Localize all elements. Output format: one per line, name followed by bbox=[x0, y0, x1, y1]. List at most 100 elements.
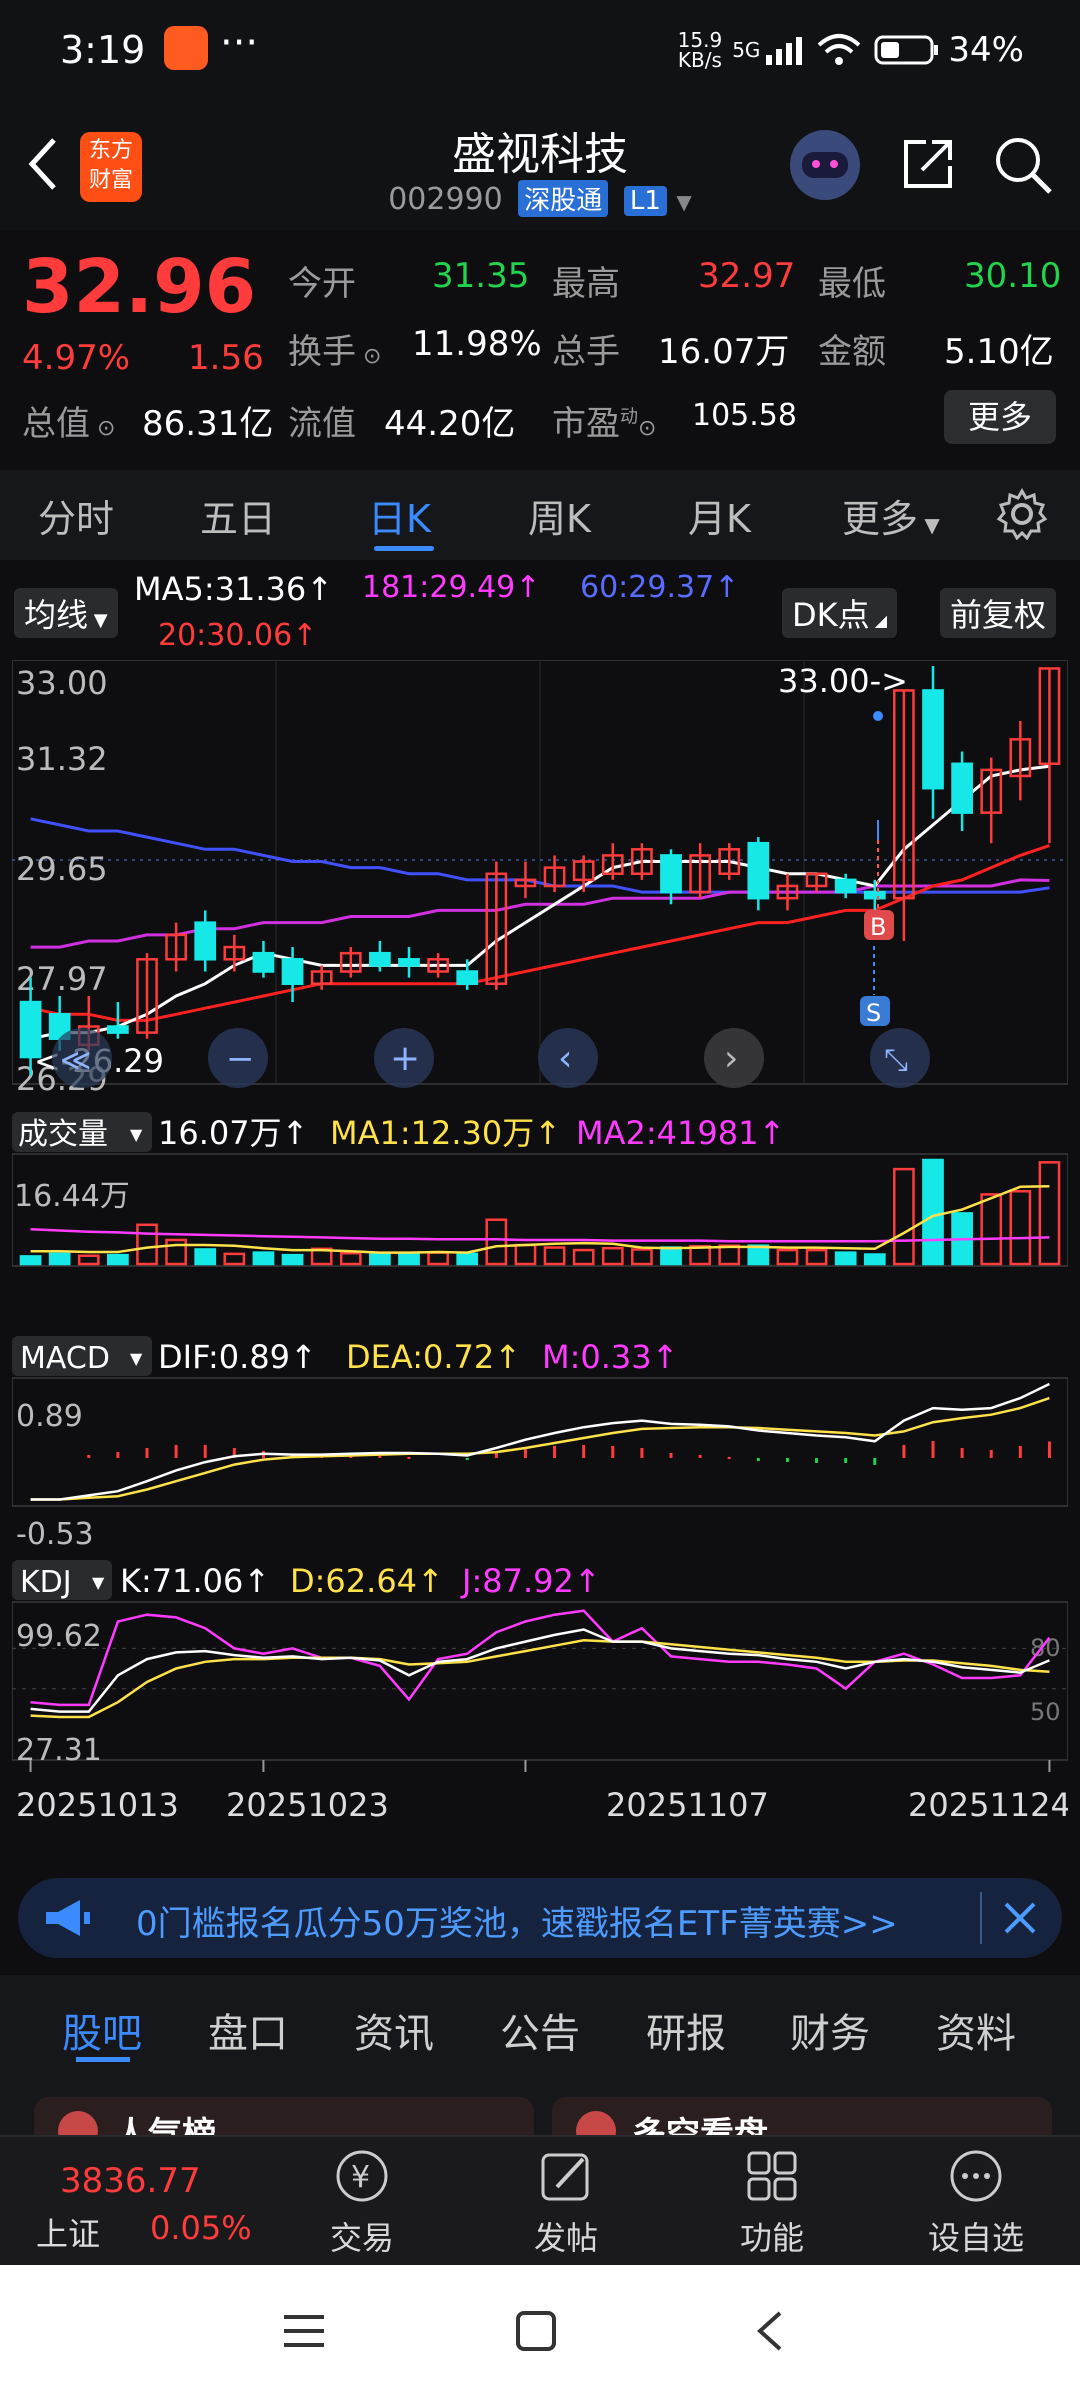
volume-bar bbox=[456, 1252, 479, 1266]
battery-percent: 34% bbox=[948, 30, 1024, 70]
volume-bar bbox=[747, 1244, 770, 1266]
candle-body bbox=[747, 841, 770, 900]
chevron-down-icon[interactable]: ▼ bbox=[676, 190, 691, 214]
nav-post[interactable]: 发帖 bbox=[496, 2147, 636, 2259]
chevron-down-icon: ▼ bbox=[130, 1349, 143, 1368]
volume-bar bbox=[369, 1253, 391, 1266]
settings-gear-icon[interactable] bbox=[996, 488, 1048, 540]
system-nav-bar bbox=[0, 2265, 1080, 2400]
search-icon[interactable] bbox=[992, 134, 1054, 196]
macd-bar bbox=[698, 1454, 702, 1458]
macd-axis-top: 0.89 bbox=[16, 1399, 83, 1434]
macd-bar bbox=[611, 1445, 615, 1458]
active-content-tab-indicator bbox=[76, 2057, 130, 2062]
nav-add-watchlist[interactable]: 设自选 bbox=[906, 2147, 1046, 2259]
zoom-in-icon: + bbox=[390, 1038, 420, 1079]
pe-label: 市盈动⊙ bbox=[552, 404, 657, 444]
macd-dea-line bbox=[30, 1396, 1050, 1501]
macd-bar bbox=[815, 1457, 819, 1463]
back-icon[interactable] bbox=[752, 2309, 788, 2353]
tab-forum[interactable]: 股吧 bbox=[62, 2001, 142, 2059]
tab-daily-k[interactable]: 日K bbox=[368, 488, 431, 543]
macd-bar bbox=[785, 1457, 789, 1462]
signal-icon bbox=[766, 37, 803, 65]
date-label: 20251023 bbox=[226, 1786, 389, 1824]
kdj-j: J:87.92↑ bbox=[460, 1562, 601, 1600]
ma-type-chip[interactable]: 均线 ▼ bbox=[14, 588, 118, 638]
home-square-icon[interactable] bbox=[514, 2309, 558, 2353]
assistant-robot-icon[interactable] bbox=[790, 130, 860, 200]
high-value: 32.97 bbox=[698, 256, 796, 296]
candle-body bbox=[369, 951, 391, 967]
float-cap-label: 流值 bbox=[288, 404, 356, 444]
notification-app-icon bbox=[164, 26, 208, 70]
nav-functions[interactable]: 功能 bbox=[702, 2147, 842, 2259]
kdj-k-line bbox=[30, 1628, 1050, 1713]
stock-code: 002990 bbox=[388, 182, 503, 217]
tab-weekly-k[interactable]: 周K bbox=[528, 488, 591, 543]
tab-intraday[interactable]: 分时 bbox=[38, 488, 114, 543]
max-annotation: 33.00-> bbox=[778, 662, 908, 700]
candle-body bbox=[834, 878, 857, 894]
more-quote-button[interactable]: 更多 bbox=[944, 390, 1056, 444]
tab-profile[interactable]: 资料 bbox=[936, 2001, 1016, 2059]
status-time: 3:19 bbox=[60, 28, 146, 72]
change-percent: 4.97% bbox=[22, 338, 131, 378]
macd-bar bbox=[553, 1445, 557, 1458]
nav-trade[interactable]: ¥ 交易 bbox=[292, 2147, 432, 2259]
volume-value: 16.07万↑ bbox=[158, 1114, 308, 1152]
volume-bar bbox=[107, 1253, 129, 1266]
volume-bar bbox=[601, 1246, 624, 1266]
tab-news[interactable]: 资讯 bbox=[354, 2001, 434, 2059]
candle-body bbox=[194, 921, 217, 961]
promo-banner[interactable]: 0门槛报名瓜分50万奖池，速戳报名ETF菁英赛>> bbox=[18, 1878, 1062, 1958]
ma60-value: 60:29.37↑ bbox=[580, 570, 740, 605]
bottom-nav: 3836.77 上证 0.05% ¥ 交易 发帖 功能 设自选 bbox=[0, 2135, 1080, 2265]
candle-body bbox=[863, 890, 886, 900]
share-icon[interactable] bbox=[898, 134, 958, 194]
volume-bar bbox=[980, 1193, 1003, 1266]
menu-icon[interactable] bbox=[280, 2311, 328, 2351]
volume-bar bbox=[19, 1255, 42, 1266]
tab-five-day[interactable]: 五日 bbox=[200, 488, 276, 543]
tab-financials[interactable]: 财务 bbox=[790, 2001, 870, 2059]
tab-more-periods[interactable]: 更多 ▼ bbox=[842, 488, 940, 543]
pe-value: 105.58 bbox=[692, 398, 797, 433]
index-change[interactable]: 0.05% bbox=[150, 2209, 252, 2247]
ma181-value: 181:29.49↑ bbox=[362, 570, 541, 605]
macd-bar bbox=[756, 1457, 760, 1461]
macd-bar bbox=[116, 1451, 120, 1458]
change-value: 1.56 bbox=[188, 338, 264, 378]
chevron-down-icon: ▼ bbox=[130, 1125, 143, 1144]
volume-bar bbox=[776, 1248, 799, 1266]
dk-point-button[interactable]: DK点 ◢ bbox=[782, 588, 898, 638]
price-adjust-button[interactable]: 前复权 bbox=[940, 588, 1057, 638]
index-value[interactable]: 3836.77 bbox=[60, 2161, 201, 2201]
volume-bar bbox=[893, 1167, 915, 1266]
kline-chart[interactable]: 33.00 31.32 29.65 27.97 26.29 33.00-> <-… bbox=[12, 660, 1068, 1856]
date-label: 20251107 bbox=[606, 1786, 769, 1824]
volume-bar bbox=[863, 1253, 886, 1266]
date-ticks bbox=[29, 1760, 1051, 1772]
tab-monthly-k[interactable]: 月K bbox=[688, 488, 751, 543]
chart-controls: ≪ − + ‹ › ⤡ bbox=[52, 1028, 930, 1088]
close-icon[interactable] bbox=[1002, 1900, 1038, 1936]
tab-announcements[interactable]: 公告 bbox=[500, 2001, 580, 2059]
scroll-right-icon: › bbox=[724, 1038, 738, 1079]
sell-marker-label: S bbox=[866, 999, 881, 1027]
tab-order-book[interactable]: 盘口 bbox=[208, 2001, 288, 2059]
zoom-out-all-icon: ≪ bbox=[60, 1043, 91, 1078]
index-name[interactable]: 上证 bbox=[36, 2209, 100, 2255]
wifi-icon bbox=[818, 34, 861, 65]
tab-research[interactable]: 研报 bbox=[646, 2001, 726, 2059]
panel-frame bbox=[12, 1377, 1068, 1507]
volume-ma1-line bbox=[30, 1184, 1050, 1254]
volume-bar bbox=[339, 1251, 362, 1266]
volume-bar bbox=[252, 1251, 275, 1266]
macd-bar bbox=[960, 1447, 964, 1458]
nav-divider bbox=[0, 2135, 1080, 2137]
market-tag[interactable]: 深股通 bbox=[518, 180, 609, 217]
feature-cards: 人气榜 多空看盘 bbox=[0, 2075, 1080, 2157]
level-tag[interactable]: L1 bbox=[623, 186, 667, 216]
low-label: 最低 bbox=[818, 264, 886, 304]
